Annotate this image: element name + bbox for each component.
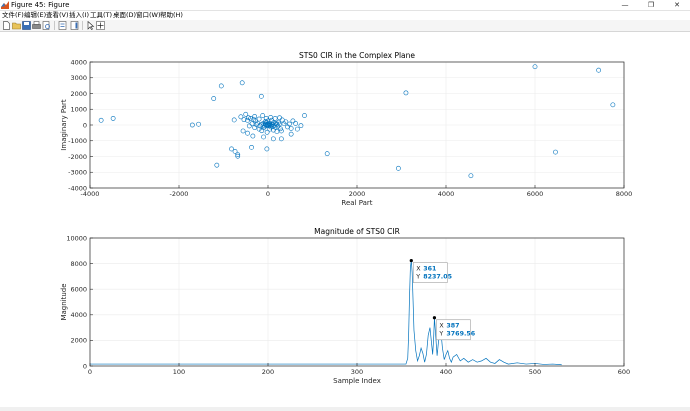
open-file-icon[interactable] (12, 21, 21, 30)
window-titlebar: Figure 45: Figure — ❐ ✕ (0, 0, 690, 11)
datatip-y-value: 3769.56 (446, 331, 475, 338)
x-tick-label: 100 (173, 368, 185, 376)
x-tick-label: 8000 (616, 190, 633, 198)
magnitude-xlabel: Sample Index (333, 377, 381, 385)
scatter-xlabel: Real Part (341, 199, 372, 207)
datatip-y-value: 8237.05 (423, 274, 452, 281)
figure-canvas: -4000 -2000 0 2000 4000 6000 8000 -4000 -3000 -20… (0, 32, 690, 407)
data-cursor-icon[interactable] (96, 21, 105, 30)
x-tick-label: 200 (262, 368, 274, 376)
menu-bar: 文件(F) 编辑(E) 查看(V) 插入(I) 工具(T) 桌面(D) 窗口(W… (0, 11, 690, 20)
window-title: Figure 45: Figure (11, 1, 70, 9)
x-tick-label: 400 (440, 368, 452, 376)
menu-view[interactable]: 查看(V) (46, 11, 69, 20)
datatip-x-label: X (416, 266, 421, 273)
y-tick-label: 0 (83, 362, 87, 370)
figure-toolbar (0, 20, 690, 32)
y-tick-label: 2000 (70, 337, 87, 345)
magnitude-axes[interactable]: 0 100 200 300 400 500 600020004000600080001000… (60, 227, 630, 385)
print-icon[interactable] (32, 21, 41, 30)
datatip-x-value: 387 (446, 323, 459, 330)
matlab-icon (1, 1, 9, 9)
x-tick-label: 4000 (438, 190, 455, 198)
y-tick-label: -2000 (68, 153, 87, 161)
x-tick-label: 0 (266, 190, 270, 198)
maximize-button[interactable]: ❐ (638, 0, 664, 10)
datatip-x-label: X (439, 323, 444, 330)
toolbar-separator (82, 21, 83, 30)
x-tick-label: 600 (618, 368, 630, 376)
y-tick-label: -3000 (68, 169, 87, 177)
menu-desktop[interactable]: 桌面(D) (113, 11, 136, 20)
menu-window[interactable]: 窗口(W) (136, 11, 161, 20)
y-tick-label: 2000 (70, 90, 87, 98)
y-tick-label: 6000 (70, 286, 87, 294)
print-preview-icon[interactable] (42, 21, 51, 30)
y-tick-label: 8000 (70, 260, 87, 268)
minimize-button[interactable]: — (612, 0, 638, 10)
insert-colorbar-icon[interactable] (70, 21, 79, 30)
toolbar-separator (54, 21, 55, 30)
menu-insert[interactable]: 插入(I) (69, 11, 89, 20)
y-tick-label: 3000 (70, 74, 87, 82)
save-icon[interactable] (22, 21, 31, 30)
y-tick-label: 0 (83, 121, 87, 129)
scatter-title: STS0 CIR in the Complex Plane (299, 51, 415, 60)
y-tick-label: 1000 (70, 106, 87, 114)
x-tick-label: 0 (88, 368, 92, 376)
y-tick-label: -4000 (68, 184, 87, 192)
datatip-marker (432, 316, 437, 320)
scatter-ylabel: Imaginary Part (60, 99, 68, 151)
x-tick-label: 500 (529, 368, 541, 376)
datatip-marker (409, 258, 413, 263)
pointer-icon[interactable] (86, 21, 95, 30)
y-tick-label: 4000 (70, 58, 87, 66)
menu-file[interactable]: 文件(F) (2, 11, 24, 20)
x-tick-label: 6000 (527, 190, 544, 198)
menu-help[interactable]: 帮助(H) (160, 11, 183, 20)
menu-edit[interactable]: 编辑(E) (24, 11, 46, 20)
y-tick-label: 10000 (66, 234, 87, 242)
x-tick-label: -2000 (170, 190, 189, 198)
datatip-y-label: Y (438, 331, 443, 338)
scatter-axes[interactable]: -4000 -2000 0 2000 4000 6000 8000-4000-3000-20… (60, 51, 632, 207)
y-tick-label: -1000 (68, 137, 87, 145)
menu-tools[interactable]: 工具(T) (90, 11, 112, 20)
x-tick-label: 2000 (349, 190, 366, 198)
figure-svg: -4000 -2000 0 2000 4000 6000 8000-4000-3000-20… (60, 51, 632, 385)
link-plot-icon[interactable] (58, 21, 67, 30)
x-tick-label: 300 (351, 368, 363, 376)
datatip-y-label: Y (415, 274, 420, 281)
magnitude-ylabel: Magnitude (60, 283, 68, 320)
magnitude-title: Magnitude of STS0 CIR (314, 227, 400, 236)
new-figure-icon[interactable] (2, 21, 11, 30)
y-tick-label: 4000 (70, 311, 87, 319)
datatip-x-value: 361 (423, 266, 436, 273)
close-button[interactable]: ✕ (664, 0, 690, 10)
